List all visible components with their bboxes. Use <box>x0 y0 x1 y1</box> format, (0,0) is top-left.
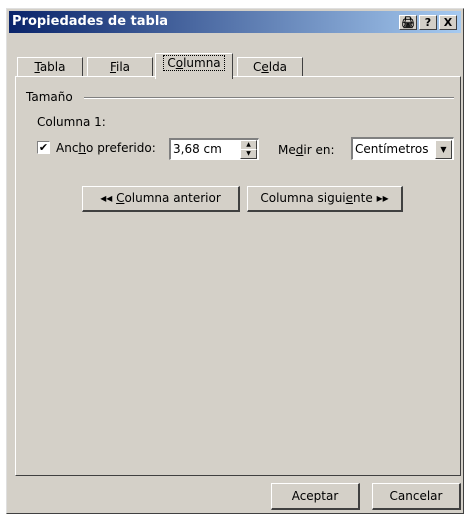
preferred-width-input[interactable]: 3,68 cm ▲ ▼ <box>169 138 259 160</box>
title-bar[interactable]: Propiedades de tabla 🖨 ? X <box>9 11 461 33</box>
tab-tabla[interactable]: Tabla <box>17 57 83 77</box>
help-icon[interactable]: ? <box>419 15 437 30</box>
preferred-width-value: 3,68 cm <box>173 142 222 156</box>
column-tab-panel: Tamaño Columna 1: ✔ Ancho preferido: 3,6… <box>15 76 461 476</box>
preferred-width-label: Ancho preferido: <box>56 141 156 155</box>
tab-columna[interactable]: Columna <box>155 53 233 79</box>
dialog-title: Propiedades de tabla <box>12 14 169 29</box>
column-number-label: Columna 1: <box>37 115 106 129</box>
measure-in-value: Centímetros <box>355 142 429 156</box>
close-icon[interactable]: X <box>439 15 457 30</box>
next-column-button[interactable]: Columna siguiente ▸▸ <box>247 186 403 212</box>
tab-celda[interactable]: Celda <box>237 57 303 77</box>
chevron-down-icon[interactable]: ▼ <box>435 140 452 159</box>
previous-column-button[interactable]: ◂◂ Columna anterior <box>82 186 240 212</box>
tab-fila[interactable]: Fila <box>87 57 153 77</box>
preferred-width-checkbox[interactable]: ✔ <box>37 141 50 154</box>
group-divider <box>84 97 454 99</box>
size-group-label: Tamaño <box>26 90 73 104</box>
ok-button[interactable]: Aceptar <box>271 483 360 510</box>
double-right-arrow-icon: ▸▸ <box>376 191 389 205</box>
measure-in-select[interactable]: Centímetros ▼ <box>351 137 454 160</box>
check-mark-icon: ✔ <box>38 141 49 154</box>
print-icon[interactable]: 🖨 <box>399 15 417 30</box>
measure-in-label: Medir en: <box>278 143 335 157</box>
double-left-arrow-icon: ◂◂ <box>100 191 113 205</box>
table-properties-dialog: Propiedades de tabla 🖨 ? X Tabla Fila Co… <box>6 8 464 514</box>
cancel-button[interactable]: Cancelar <box>372 483 461 510</box>
spin-down-icon[interactable]: ▼ <box>240 149 257 159</box>
